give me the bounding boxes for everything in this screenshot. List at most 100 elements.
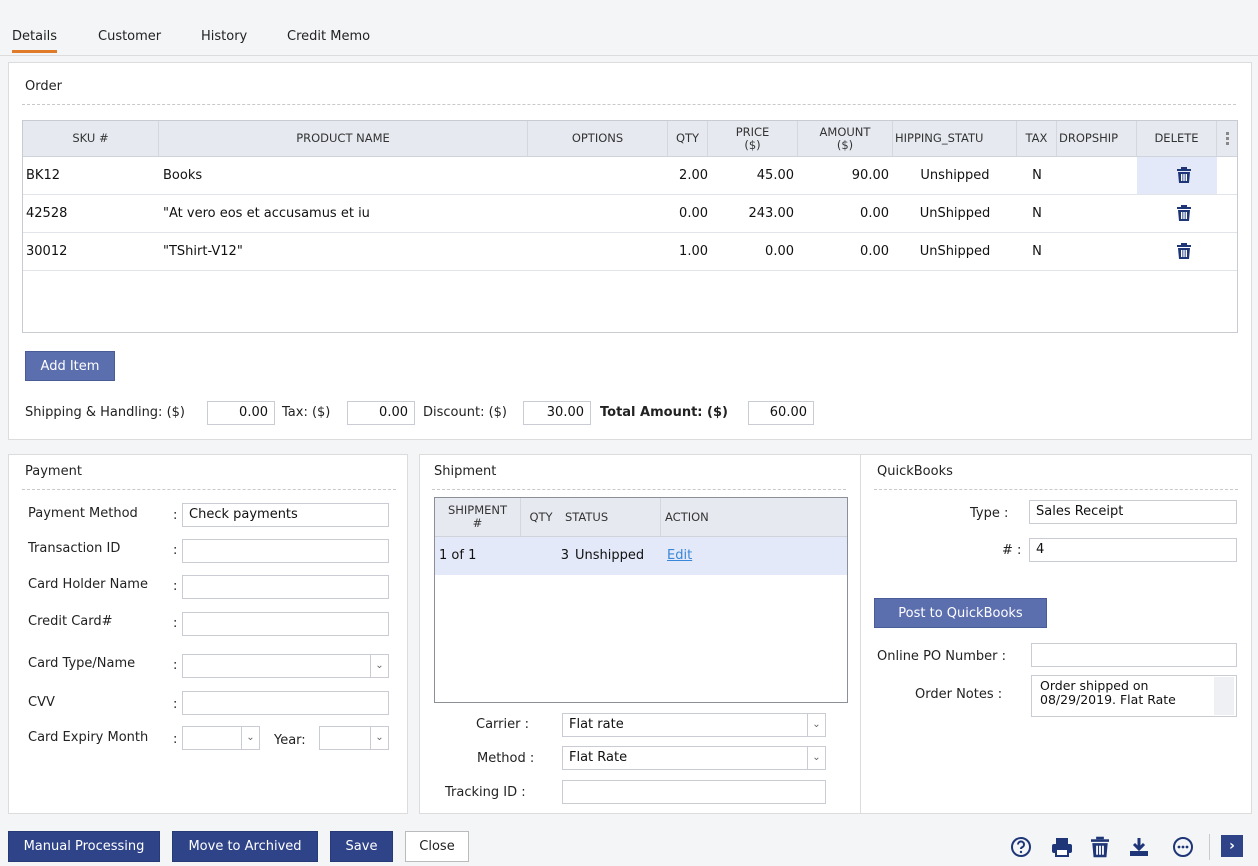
discount-label: Discount: ($) — [423, 405, 507, 420]
divider — [874, 489, 1238, 490]
col-sku[interactable]: SKU # — [23, 121, 159, 156]
scrollbar[interactable] — [1214, 677, 1234, 715]
table-row[interactable]: 30012 "TShirt-V12" 1.00 0.00 0.00 UnShip… — [23, 233, 1237, 271]
total-input[interactable]: 60.00 — [748, 401, 814, 425]
qb-type-label: Type : — [970, 506, 1009, 521]
tax-input[interactable]: 0.00 — [347, 401, 415, 425]
close-button[interactable]: Close — [405, 831, 469, 862]
tax-label: Tax: ($) — [282, 405, 331, 420]
add-item-button[interactable]: Add Item — [25, 351, 115, 381]
cell-amount: 90.00 — [851, 168, 889, 183]
cell-product-name: "TShirt-V12" — [163, 244, 243, 259]
carrier-select[interactable]: Flat rate ⌄ — [562, 713, 826, 737]
colon: : — [173, 616, 178, 631]
method-label: Method : — [477, 751, 535, 766]
more-icon[interactable] — [1172, 836, 1194, 858]
cell-amount: 0.00 — [860, 206, 889, 221]
col-price[interactable]: PRICE ($) — [708, 121, 798, 156]
col-shipment[interactable]: SHIPMENT # — [435, 498, 521, 536]
transaction-id-input[interactable] — [182, 539, 389, 563]
column-menu-icon[interactable] — [1217, 121, 1237, 156]
card-holder-input[interactable] — [182, 575, 389, 599]
payment-method-input[interactable]: Check payments — [182, 503, 389, 527]
cell-qty: 3 — [560, 548, 569, 563]
card-type-label: Card Type/Name — [28, 656, 136, 671]
cell-sku: 30012 — [26, 244, 68, 259]
cell-options — [528, 195, 668, 232]
tab-history[interactable]: History — [201, 29, 247, 44]
expiry-year-select[interactable]: ⌄ — [319, 726, 389, 750]
card-holder-label: Card Holder Name — [28, 577, 148, 592]
cvv-input[interactable] — [182, 691, 389, 715]
help-icon[interactable] — [1010, 836, 1032, 858]
tab-details[interactable]: Details — [12, 29, 58, 53]
cell-product-name: "At vero eos et accusamus et iu — [163, 206, 370, 221]
colon: : — [173, 508, 178, 523]
table-row[interactable]: 1 of 1 3 Unshipped Edit — [435, 537, 847, 575]
credit-card-label: Credit Card# — [28, 614, 113, 629]
edit-link[interactable]: Edit — [667, 537, 727, 575]
col-dropship[interactable]: DROPSHIP — [1057, 121, 1137, 156]
col-delete[interactable]: DELETE — [1137, 121, 1217, 156]
chevron-down-icon: ⌄ — [370, 655, 388, 677]
cell-shipping-status: UnShipped — [919, 206, 991, 221]
colon: : — [173, 543, 178, 558]
trash-icon[interactable] — [1177, 205, 1191, 221]
cell-dropship — [1057, 233, 1137, 270]
tracking-input[interactable] — [562, 780, 826, 804]
tab-credit-memo[interactable]: Credit Memo — [287, 29, 370, 44]
order-notes-textarea[interactable]: Order shipped on 08/29/2019. Flat Rate — [1031, 675, 1237, 717]
credit-card-input[interactable] — [182, 612, 389, 636]
col-qty[interactable]: QTY — [521, 498, 561, 536]
cell-dropship — [1057, 195, 1137, 232]
chevron-down-icon: ⌄ — [241, 727, 259, 749]
shipping-input[interactable]: 0.00 — [207, 401, 275, 425]
cell-delete — [1137, 195, 1217, 232]
save-button[interactable]: Save — [330, 831, 393, 862]
qb-number-input[interactable]: 4 — [1029, 538, 1237, 562]
cell-delete — [1137, 233, 1217, 270]
chevron-right-icon[interactable]: › — [1221, 835, 1243, 857]
chevron-down-icon: ⌄ — [807, 747, 825, 769]
download-icon[interactable] — [1128, 836, 1150, 858]
cell-sku: 42528 — [26, 206, 68, 221]
col-options[interactable]: OPTIONS — [528, 121, 668, 156]
col-amount[interactable]: AMOUNT ($) — [798, 121, 893, 156]
discount-input[interactable]: 30.00 — [523, 401, 591, 425]
col-status[interactable]: STATUS — [561, 498, 661, 536]
col-tax[interactable]: TAX — [1017, 121, 1057, 156]
tracking-label: Tracking ID : — [445, 785, 526, 800]
card-type-select[interactable]: ⌄ — [182, 654, 389, 678]
trash-icon[interactable] — [1177, 167, 1191, 183]
cell-shipping-status: UnShipped — [919, 244, 991, 259]
col-shipping-status[interactable]: HIPPING_STATU — [893, 121, 1017, 156]
tab-customer[interactable]: Customer — [98, 29, 161, 44]
cell-price: 0.00 — [765, 244, 794, 259]
move-to-archived-button[interactable]: Move to Archived — [172, 831, 318, 862]
table-row[interactable]: 42528 "At vero eos et accusamus et iu 0.… — [23, 195, 1237, 233]
col-qty[interactable]: QTY — [668, 121, 708, 156]
trash-icon[interactable] — [1091, 836, 1109, 858]
method-select[interactable]: Flat Rate ⌄ — [562, 746, 826, 770]
col-action[interactable]: ACTION — [661, 498, 847, 536]
year-label: Year: — [274, 733, 306, 748]
cell-delete — [1137, 157, 1217, 194]
colon: : — [173, 579, 178, 594]
table-row[interactable]: BK12 Books 2.00 45.00 90.00 Unshipped N — [23, 157, 1237, 195]
card-expiry-label: Card Expiry Month — [28, 730, 149, 745]
manual-processing-button[interactable]: Manual Processing — [8, 831, 160, 862]
print-icon[interactable] — [1051, 836, 1073, 858]
method-value: Flat Rate — [569, 750, 628, 765]
cell-tax: N — [1032, 244, 1042, 259]
online-po-input[interactable] — [1031, 643, 1237, 667]
cell-tax: N — [1032, 206, 1042, 221]
expiry-month-select[interactable]: ⌄ — [182, 726, 260, 750]
col-product-name[interactable]: PRODUCT NAME — [159, 121, 528, 156]
order-notes-label: Order Notes : — [915, 687, 1003, 702]
cell-qty: 1.00 — [679, 244, 708, 259]
post-to-quickbooks-button[interactable]: Post to QuickBooks — [874, 598, 1047, 628]
grid-header: SKU # PRODUCT NAME OPTIONS QTY PRICE ($)… — [23, 121, 1237, 157]
qb-type-input[interactable]: Sales Receipt — [1029, 500, 1237, 524]
cell-shipment: 1 of 1 — [439, 548, 477, 563]
trash-icon[interactable] — [1177, 243, 1191, 259]
